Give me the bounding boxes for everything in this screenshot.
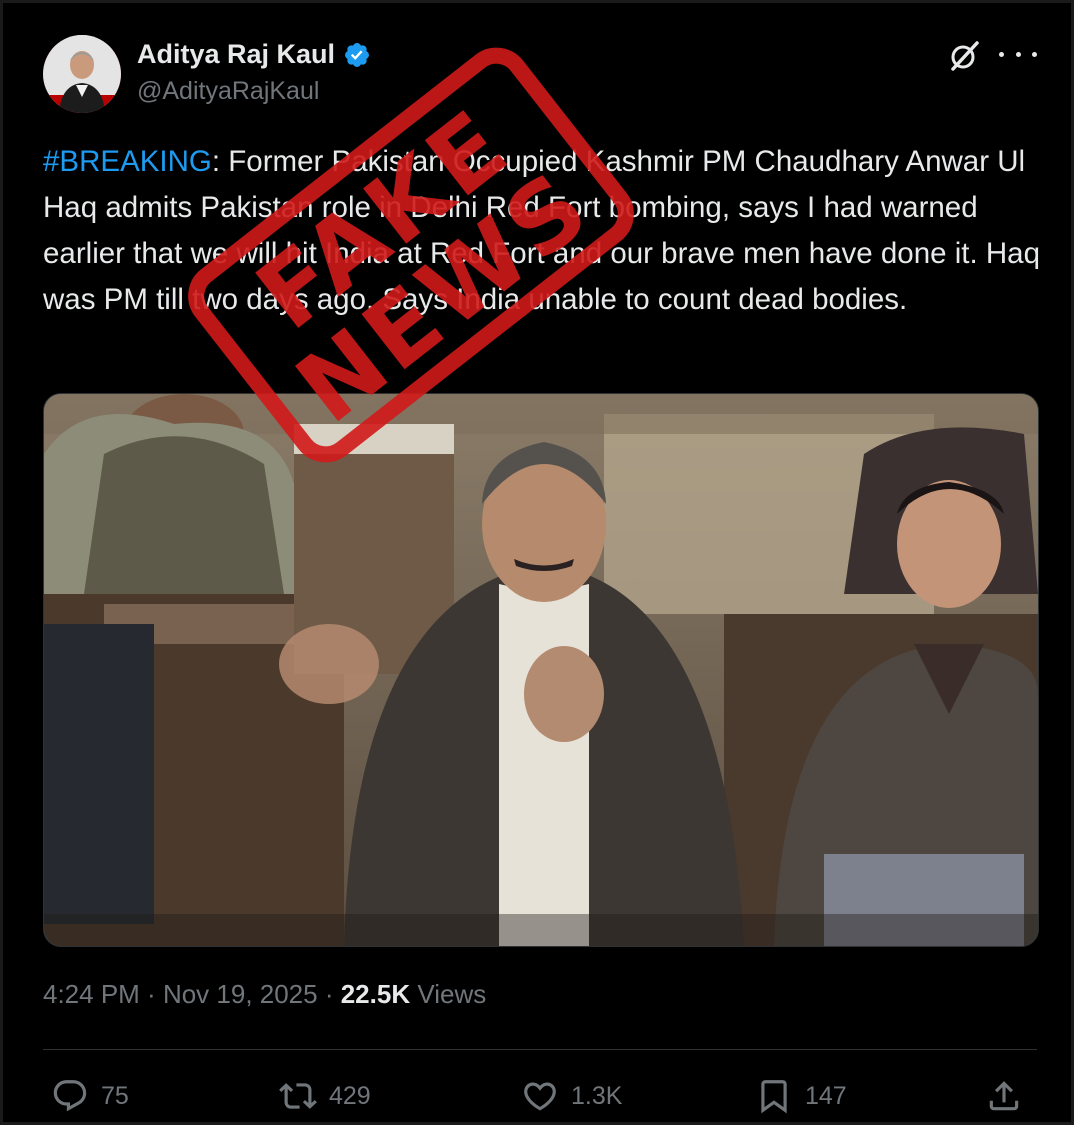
handle[interactable]: @AdityaRajKaul [137, 77, 319, 106]
share-icon [989, 1081, 1019, 1111]
more-icon[interactable] [999, 41, 1037, 67]
tweet-meta: 4:24 PM · Nov 19, 2025 · 22.5K Views [43, 979, 486, 1010]
author-name-row[interactable]: Aditya Raj Kaul [137, 39, 371, 70]
bookmark-count: 147 [805, 1081, 847, 1110]
views-label: Views [410, 979, 487, 1009]
views-count[interactable]: 22.5K [341, 979, 410, 1009]
share-button[interactable] [985, 1073, 1023, 1119]
action-bar: 75 429 1.3K 147 [51, 1073, 1031, 1119]
tweet-time[interactable]: 4:24 PM [43, 979, 140, 1009]
tweet-card: Aditya Raj Kaul @AdityaRajKaul #BREAKING… [0, 0, 1074, 1125]
bookmark-button[interactable]: 147 [755, 1073, 847, 1119]
like-button[interactable]: 1.3K [521, 1073, 622, 1119]
reply-button[interactable]: 75 [51, 1073, 129, 1119]
tweet-video[interactable] [43, 393, 1039, 947]
hashtag-link[interactable]: #BREAKING [43, 145, 212, 178]
meta-separator-2: · [317, 979, 341, 1009]
divider [43, 1049, 1037, 1050]
like-icon [524, 1082, 556, 1111]
tweet-text: #BREAKING: Former Pakistan Occupied Kash… [43, 139, 1043, 323]
reply-icon [53, 1080, 87, 1112]
avatar-image [43, 35, 121, 113]
avatar[interactable] [43, 35, 121, 113]
verified-badge-icon [343, 41, 371, 69]
repost-icon [279, 1083, 317, 1109]
bookmark-icon [761, 1080, 787, 1114]
tweet-date[interactable]: Nov 19, 2025 [163, 979, 318, 1009]
like-count: 1.3K [571, 1081, 623, 1110]
grok-icon[interactable] [947, 39, 981, 73]
video-frame [44, 394, 1038, 946]
display-name[interactable]: Aditya Raj Kaul [137, 39, 335, 70]
reply-count: 75 [101, 1081, 129, 1110]
meta-separator: · [139, 979, 163, 1009]
repost-count: 429 [329, 1081, 371, 1110]
repost-button[interactable]: 429 [279, 1073, 371, 1119]
